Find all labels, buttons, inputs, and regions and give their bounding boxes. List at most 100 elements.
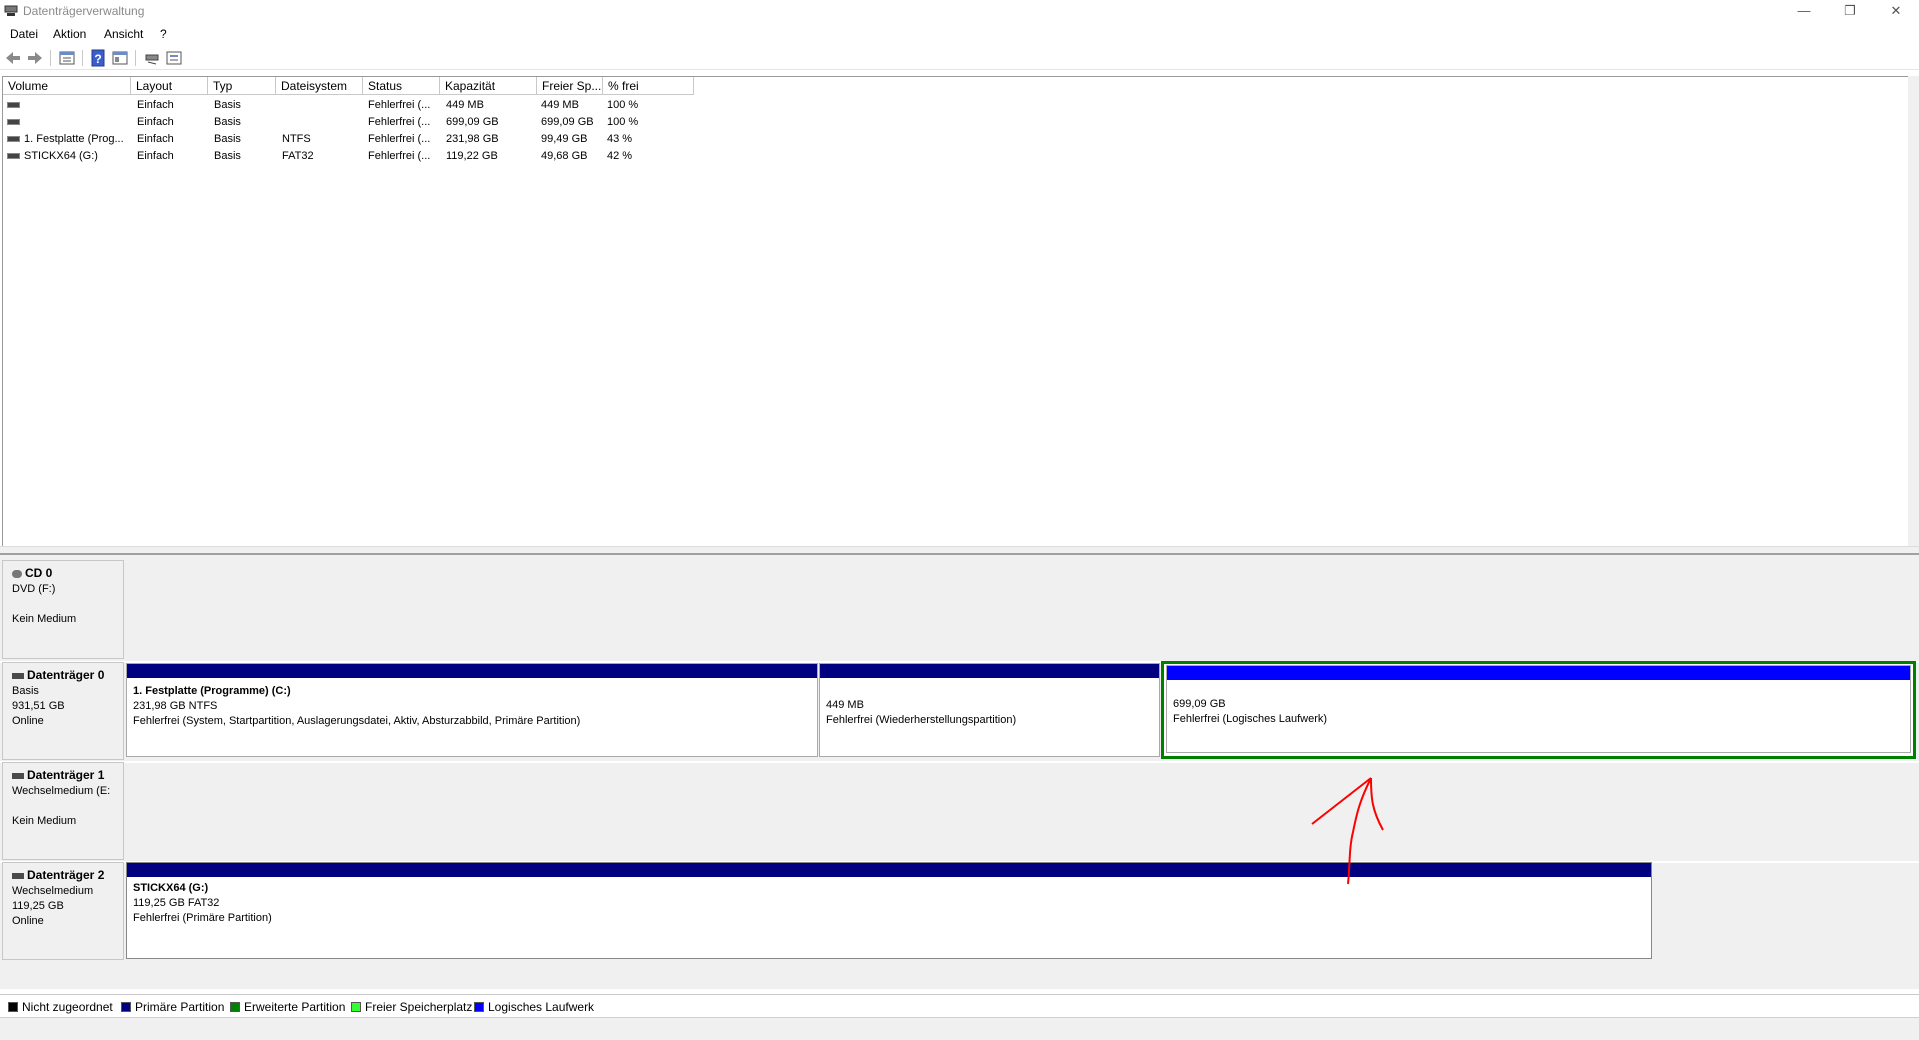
legend-label: Erweiterte Partition [244,1000,346,1014]
disk-status: Online [12,915,44,927]
column-header-typ[interactable]: Typ [208,77,276,95]
column-header-kapazitaet[interactable]: Kapazität [440,77,537,95]
status-bar [0,1017,1919,1040]
freier-speicher-cell: 49,68 GB [541,150,588,162]
toolbar-separator [50,50,51,66]
column-header-prozent-frei[interactable]: % frei [603,77,694,95]
menu-help[interactable]: ? [160,27,167,41]
disk-label-disk1[interactable]: Datenträger 1 Wechselmedium (E: Kein Med… [2,762,124,860]
typ-cell: Basis [214,99,241,111]
partition-name: 1. Festplatte (Programme) (C:) [133,685,291,697]
disk-graphical-view: CD 0 DVD (F:) Kein Medium Datenträger 0 … [0,555,1919,989]
partition-logical-info: 699,09 GB Fehlerfrei (Logisches Laufwerk… [1173,697,1327,727]
menu-datei[interactable]: Datei [10,27,38,41]
status-cell: Fehlerfrei (... [368,116,431,128]
volume-name: STICKX64 (G:) [24,150,98,162]
drive-icon [7,153,20,160]
back-arrow-icon[interactable] [4,49,22,67]
view-icon[interactable] [111,49,129,67]
list-icon[interactable] [165,49,183,67]
layout-cell: Einfach [137,133,174,145]
legend-label: Freier Speicherplatz [365,1000,473,1014]
legend-item: Logisches Laufwerk [474,1000,594,1014]
menu-bar: Datei Aktion Ansicht ? [0,24,1919,44]
hard-disk-icon [12,873,24,880]
column-header-freier-speicher[interactable]: Freier Sp... [537,77,603,95]
vertical-scrollbar[interactable] [1908,76,1919,546]
disk-status: Online [12,715,44,727]
partition-size: 119,25 GB FAT32 [133,897,220,909]
layout-cell: Einfach [137,116,174,128]
kapazitaet-cell: 119,22 GB [446,150,498,162]
typ-cell: Basis [214,133,241,145]
menu-ansicht[interactable]: Ansicht [104,27,143,41]
partition-g-info: STICKX64 (G:) 119,25 GB FAT32 Fehlerfrei… [133,881,272,926]
cd-drive-icon [12,570,22,579]
legend-item: Nicht zugeordnet [8,1000,113,1014]
disk-name: Datenträger 1 [27,768,105,782]
disk-size: 119,25 GB [12,900,64,912]
minimize-button[interactable]: — [1781,0,1827,23]
primary-partition-bar [127,664,817,678]
column-header-status[interactable]: Status [363,77,440,95]
window-title: Datenträgerverwaltung [23,4,145,18]
legend-label: Primäre Partition [135,1000,225,1014]
forward-arrow-icon[interactable] [26,49,44,67]
disk-type: Wechselmedium [12,885,94,897]
disk-size [12,799,123,814]
partition-g[interactable]: STICKX64 (G:) 119,25 GB FAT32 Fehlerfrei… [126,862,1652,959]
toolbar-separator [135,50,136,66]
close-button[interactable]: ✕ [1873,0,1919,23]
title-bar: Datenträgerverwaltung — ❐ ✕ [0,0,1919,23]
drive-icon [7,119,20,126]
partition-logical[interactable]: 699,09 GB Fehlerfrei (Logisches Laufwerk… [1166,665,1911,753]
legend-swatch [8,1002,18,1012]
dateisystem-cell: NTFS [282,133,311,145]
pane-splitter[interactable] [0,546,1919,555]
hard-disk-icon [12,773,24,780]
disk-status: Kein Medium [12,815,77,827]
drive-icon [7,136,20,143]
layout-cell: Einfach [137,99,174,111]
help-icon[interactable]: ? [89,49,107,67]
kapazitaet-cell: 449 MB [446,99,484,111]
disk-label-disk2[interactable]: Datenträger 2 Wechselmedium 119,25 GB On… [2,862,124,960]
restore-button[interactable]: ❐ [1827,0,1873,23]
legend-swatch [121,1002,131,1012]
menu-aktion[interactable]: Aktion [53,27,86,41]
disk-status: Kein Medium [12,613,77,625]
legend-bar: Nicht zugeordnet Primäre Partition Erwei… [0,994,1919,1017]
table-row[interactable]: 1. Festplatte (Prog... Einfach Basis NTF… [3,131,1908,148]
partition-recovery-info: 449 MB Fehlerfrei (Wiederherstellungspar… [826,698,1016,728]
status-cell: Fehlerfrei (... [368,133,431,145]
typ-cell: Basis [214,116,241,128]
extended-partition-frame[interactable]: 699,09 GB Fehlerfrei (Logisches Laufwerk… [1161,661,1916,759]
partition-recovery[interactable]: 449 MB Fehlerfrei (Wiederherstellungspar… [819,663,1160,757]
table-row[interactable]: Einfach Basis Fehlerfrei (... 449 MB 449… [3,97,1908,114]
toolbar-separator [82,50,83,66]
table-row[interactable]: STICKX64 (G:) Einfach Basis FAT32 Fehler… [3,148,1908,165]
table-row[interactable]: Einfach Basis Fehlerfrei (... 699,09 GB … [3,114,1908,131]
disk-label-disk0[interactable]: Datenträger 0 Basis 931,51 GB Online [2,662,124,760]
freier-speicher-cell: 449 MB [541,99,579,111]
partition-size: 449 MB [826,699,864,711]
freier-speicher-cell: 699,09 GB [541,116,594,128]
row-divider [0,761,1919,763]
disk-name: Datenträger 0 [27,668,105,682]
disk-type: Basis [12,685,39,697]
column-header-volume[interactable]: Volume [3,77,131,95]
disk-label-cd0[interactable]: CD 0 DVD (F:) Kein Medium [2,560,124,659]
volume-name-cell [7,114,127,131]
column-header-dateisystem[interactable]: Dateisystem [276,77,363,95]
column-header-layout[interactable]: Layout [131,77,208,95]
kapazitaet-cell: 231,98 GB [446,133,499,145]
freier-speicher-cell: 99,49 GB [541,133,588,145]
legend-item: Erweiterte Partition [230,1000,345,1014]
toolbar: ? [0,47,1919,70]
prozent-frei-cell: 100 % [607,116,639,128]
partition-c[interactable]: 1. Festplatte (Programme) (C:) 231,98 GB… [126,663,818,757]
prozent-frei-cell: 43 % [607,133,633,145]
connect-icon[interactable] [143,49,161,67]
partition-size: 231,98 GB NTFS [133,700,218,712]
properties-icon[interactable] [58,49,76,67]
